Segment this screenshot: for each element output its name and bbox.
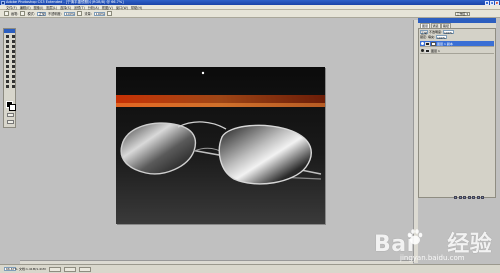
opacity-field[interactable]: 100% [63,11,76,16]
layer-mask-thumbnail [431,41,436,46]
window-controls: _ □ × [485,0,499,5]
taskbar-button-2[interactable] [63,266,76,272]
document-canvas[interactable] [116,67,325,224]
new-group-icon[interactable] [472,196,475,199]
fill-label: 填充: [427,35,435,39]
lock-label: 锁定: [420,35,428,39]
flow-label: 流量: [84,12,92,16]
options-bar: 画笔: 模式: 正常 不透明度: 100% 流量: 100% 工作区 ▾ [0,10,500,18]
menu-edit[interactable]: 编辑(E) [20,5,31,10]
menu-analysis[interactable]: 分析(A) [88,5,99,10]
layer-name: 图层 1 副本 [437,41,453,46]
add-mask-icon[interactable] [463,196,466,199]
layer-opacity-field[interactable]: 100% [442,30,454,35]
screen-mode-button[interactable] [7,120,14,124]
maximize-icon[interactable]: □ [490,0,494,5]
flow-field[interactable]: 100% [93,11,106,16]
layer-name: 图层 1 [431,48,440,53]
layer-opacity-label: 不透明度: [428,30,442,34]
mode-label: 模式: [27,12,35,16]
layer-style-icon[interactable] [458,196,462,199]
tool-grid [4,33,15,89]
eye-icon[interactable] [421,49,424,52]
baidu-paw-icon [407,229,423,245]
opacity-pen-icon[interactable] [77,11,83,16]
link-layers-icon[interactable] [454,196,457,199]
layer-thumbnail [425,41,430,46]
toolbox [3,28,16,128]
photoshop-icon [1,0,5,5]
brush-picker-icon[interactable] [20,11,26,16]
sunglasses-photo [116,67,325,224]
layers-panel-footer [454,196,484,199]
layer-row-copy[interactable]: 图层 1 副本 [420,41,494,47]
zoom-tool-icon[interactable] [11,84,17,89]
quick-mask-button[interactable] [7,113,14,117]
new-layer-icon[interactable] [476,196,480,199]
fill-field[interactable]: 100% [435,35,447,40]
close-icon[interactable]: × [495,0,499,5]
menu-select[interactable]: 选择(S) [60,5,71,10]
menu-filter[interactable]: 滤镜(T) [74,5,85,10]
delete-layer-icon[interactable] [481,196,484,199]
brush-label: 画笔: [11,12,19,16]
menu-file[interactable]: 文件(F) [6,5,17,10]
mode-select[interactable]: 正常 [36,11,46,16]
layers-panel: 正常 不透明度: 100% 锁定: 填充: 100% 图层 1 副本 图层 1 [418,28,496,198]
blend-mode-select[interactable]: 正常 [420,30,429,35]
adjustment-layer-icon[interactable] [467,196,471,199]
taskbar-button-1[interactable] [48,266,61,272]
watermark-url: jingyan.baidu.com [400,254,465,262]
photoshop-window: Adobe Photoshop CS3 Extended - [宁清平墨镜照片(… [0,0,500,273]
layer-thumbnail [425,48,430,53]
background-color-swatch[interactable] [9,104,16,111]
opacity-label: 不透明度: [47,12,62,16]
menu-layer[interactable]: 图层(L) [46,5,57,10]
menu-image[interactable]: 图像(I) [34,5,44,10]
eye-icon[interactable] [421,42,424,45]
baidu-watermark: Bai 经验 jingyan.baidu.com [362,222,492,266]
menu-help[interactable]: 帮助(H) [131,5,142,10]
zoom-field[interactable]: 66.67% [4,267,17,271]
tool-preset-icon[interactable] [4,11,9,16]
taskbar-button-3[interactable] [78,266,91,272]
blend-mode-row: 正常 不透明度: 100% [420,30,454,35]
layer-row-base[interactable]: 图层 1 [420,48,494,54]
menu-view[interactable]: 视图(V) [102,5,113,10]
airbrush-icon[interactable] [107,11,113,16]
menu-window[interactable]: 窗口(W) [116,5,128,10]
workspace-dropdown[interactable]: 工作区 ▾ [454,12,470,16]
document-info: 文档:1.41M/1.41M [19,267,46,271]
minimize-icon[interactable]: _ [485,0,489,5]
lock-row: 锁定: 填充: 100% [420,35,447,40]
